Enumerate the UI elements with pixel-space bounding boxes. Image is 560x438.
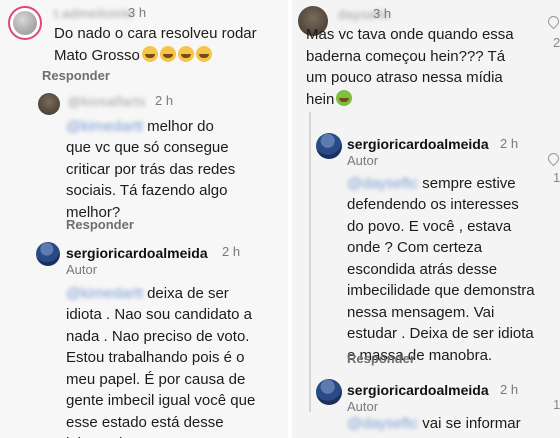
author-badge: Autor <box>66 262 98 277</box>
screenshot-composite: t.admeiloinle 3 h Do nado o cara resolve… <box>0 0 560 438</box>
comment-text-cont: que vc que só consegue criticar por trás… <box>66 139 236 221</box>
laughing-emoji-icon <box>177 45 194 62</box>
comment-text: Mas vc tava onde quando essa baderna com… <box>306 26 514 108</box>
reply-button[interactable]: Responder <box>42 68 110 83</box>
avatar[interactable] <box>36 242 60 266</box>
mention-link[interactable]: @kimedartt <box>66 118 143 135</box>
comment-text: @dayseftc sempre estive <box>347 175 516 192</box>
comment-time: 2 h <box>500 382 519 397</box>
mention-link[interactable]: @dayseftc <box>347 415 418 432</box>
avatar[interactable] <box>38 93 60 115</box>
avatar[interactable] <box>316 379 342 405</box>
like-count: 1 <box>553 397 560 412</box>
reply-button[interactable]: Responder <box>347 351 415 366</box>
comment-text: @kimedartt deixa de ser <box>66 285 229 302</box>
reply-button[interactable]: Responder <box>66 217 134 232</box>
avatar[interactable] <box>316 133 342 159</box>
comment-text: @dayseftc vai se informar <box>347 415 521 432</box>
like-count: 1 <box>553 170 560 185</box>
laughing-emoji-icon <box>195 45 212 62</box>
username-blurred[interactable]: t.admeiloinle <box>54 6 134 21</box>
nauseated-emoji-icon <box>336 89 353 106</box>
comment-time: 2 h <box>222 244 241 259</box>
comment-time: 3 h <box>373 6 392 21</box>
comment-text-cont: idiota . Nao sou candidato a nada . Nao … <box>66 306 256 438</box>
laughing-emoji-icon <box>141 45 158 62</box>
username[interactable]: sergioricardoalmeida <box>66 245 208 261</box>
mention-link[interactable]: @dayseftc <box>347 175 418 192</box>
username[interactable]: sergioricardoalmeida <box>347 382 489 398</box>
comment-text-cont: defendendo os interesses do povo. E você… <box>347 196 535 364</box>
mention-link[interactable]: @kimedartt <box>66 285 143 302</box>
username-blurred[interactable]: @kiosalfarts <box>68 94 146 109</box>
avatar[interactable] <box>8 6 42 40</box>
comment-time: 2 h <box>155 93 174 108</box>
comment-time: 2 h <box>500 136 519 151</box>
like-count: 2 <box>553 35 560 50</box>
laughing-emoji-icon <box>159 45 176 62</box>
comment-time: 3 h <box>128 5 147 20</box>
author-badge: Autor <box>347 153 379 168</box>
comment-text: @kimedartt melhor do <box>66 118 214 135</box>
comment-text: Do nado o cara resolveu rodar Mato Gross… <box>54 25 257 64</box>
author-badge: Autor <box>347 399 379 414</box>
right-comments-panel: dayseftc 3 h Mas vc tava onde quando ess… <box>292 0 560 438</box>
left-comments-panel: t.admeiloinle 3 h Do nado o cara resolve… <box>0 0 288 438</box>
username[interactable]: sergioricardoalmeida <box>347 136 489 152</box>
thread-line <box>309 112 311 412</box>
